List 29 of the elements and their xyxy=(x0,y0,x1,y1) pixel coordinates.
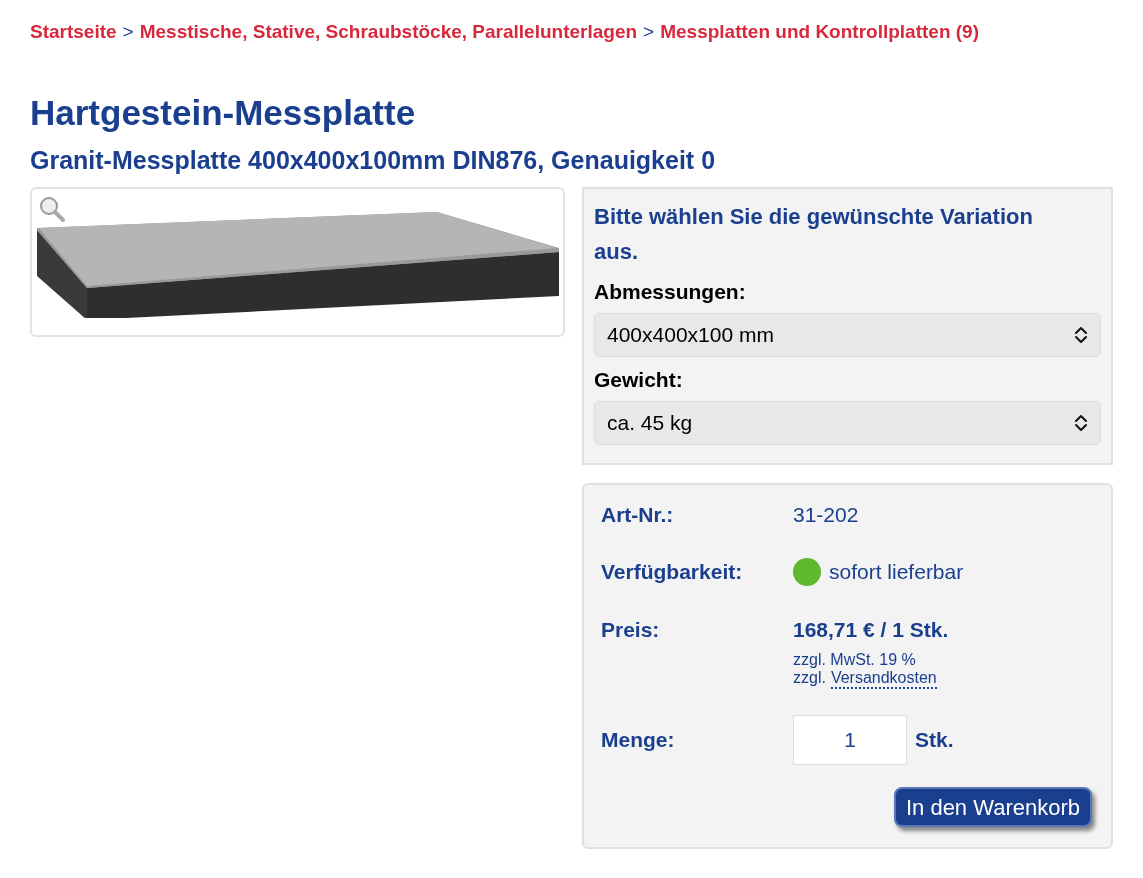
breadcrumb-separator: > xyxy=(643,20,655,44)
product-image-frame[interactable] xyxy=(30,186,565,337)
field-label: Menge: xyxy=(601,727,676,754)
breadcrumb-link[interactable]: Messtische, Stative, Schraubstöcke, Parallelunterlagen xyxy=(139,18,638,47)
product-title: Hartgestein-Messplatte xyxy=(30,91,417,134)
dropdown-select[interactable]: 400x400x100 mm xyxy=(594,312,1101,357)
field-label: Verfügbarkeit: xyxy=(601,559,744,585)
up-down-chevron-icon xyxy=(1074,325,1088,344)
breadcrumb-link[interactable]: Messplatten und Kontrollplatten (9) xyxy=(660,18,979,47)
price: 168,71 € / 1 Stk. xyxy=(793,616,950,643)
dropdown-select[interactable]: ca. 45 kg xyxy=(594,400,1101,445)
variation-prompt: Bitte wählen Sie die gewünschte Variation aus. xyxy=(594,202,1034,266)
select-label: Abmessungen: xyxy=(594,278,747,305)
breadcrumb-link[interactable]: Startseite xyxy=(30,18,117,47)
field-label: Preis: xyxy=(601,616,661,643)
add-to-cart-button[interactable]: In den Warenkorb xyxy=(893,787,1092,827)
product-subtitle: Granit-Messplatte 400x400x100mm DIN876, Genauigkeit 0 xyxy=(30,144,717,175)
up-down-chevron-icon xyxy=(1074,413,1088,432)
shipping-costs-link[interactable]: Versandkosten xyxy=(830,669,937,689)
quantity-unit: Stk. xyxy=(915,727,954,754)
zoom-magnifier-icon[interactable] xyxy=(38,194,66,223)
availability-status: sofort lieferbar xyxy=(829,559,964,585)
select-label: Gewicht: xyxy=(594,366,684,393)
field-label: Art-Nr.: xyxy=(601,501,675,528)
tax-note: zzgl. MwSt. 19 % xyxy=(793,651,917,669)
shipping-note: zzgl. xyxy=(793,669,826,688)
breadcrumb-separator: > xyxy=(122,20,134,44)
article-number: 31-202 xyxy=(793,501,860,528)
quantity-field[interactable]: 1 xyxy=(793,715,907,765)
